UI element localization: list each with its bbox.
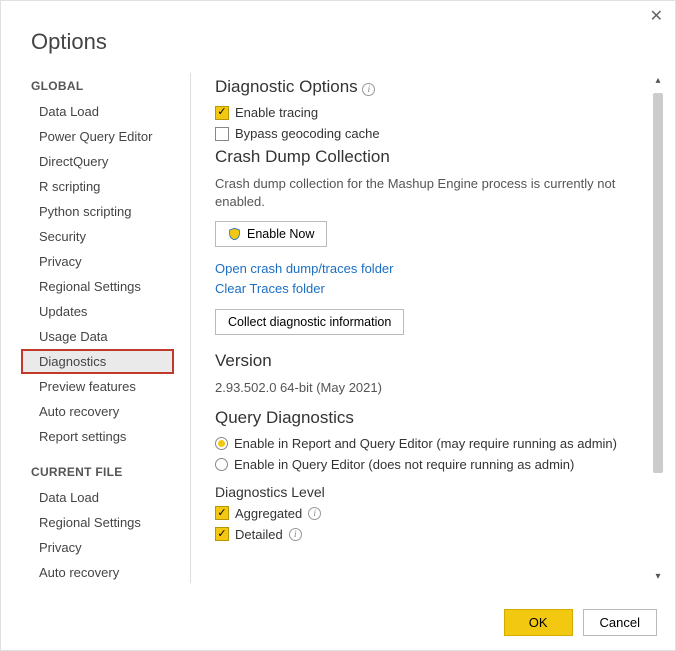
diagnostic-options-label: Diagnostic Options (215, 77, 358, 96)
sidebar-item-preview-features[interactable]: Preview features (21, 374, 186, 399)
query-diag-radio1-label: Enable in Report and Query Editor (may r… (234, 436, 617, 451)
sidebar-item-power-query-editor[interactable]: Power Query Editor (21, 124, 186, 149)
collect-diagnostic-button[interactable]: Collect diagnostic information (215, 309, 404, 335)
info-icon[interactable]: i (308, 507, 321, 520)
open-crash-folder-link[interactable]: Open crash dump/traces folder (215, 261, 643, 276)
query-diag-radio-query-only[interactable] (215, 458, 228, 471)
aggregated-label: Aggregated (235, 506, 302, 521)
sidebar-header-current-file: CURRENT FILE (21, 459, 186, 485)
sidebar-item-cf-regional-settings[interactable]: Regional Settings (21, 510, 186, 535)
enable-now-button[interactable]: Enable Now (215, 221, 327, 247)
scroll-thumb[interactable] (653, 93, 663, 473)
bypass-geocoding-checkbox[interactable] (215, 127, 229, 141)
aggregated-checkbox[interactable]: ✓ (215, 506, 229, 520)
sidebar-item-data-load[interactable]: Data Load (21, 99, 186, 124)
query-diag-radio-report-and-query[interactable] (215, 437, 228, 450)
enable-tracing-label: Enable tracing (235, 105, 318, 120)
shield-icon (228, 227, 241, 241)
sidebar-header-global: GLOBAL (21, 73, 186, 99)
diagnostic-options-header: Diagnostic Options i (215, 77, 643, 97)
info-icon[interactable]: i (289, 528, 302, 541)
version-header: Version (215, 351, 643, 371)
dialog-title: Options (1, 1, 675, 73)
sidebar-item-usage-data[interactable]: Usage Data (21, 324, 186, 349)
scroll-up-icon[interactable]: ▴ (651, 73, 665, 87)
sidebar-item-r-scripting[interactable]: R scripting (21, 174, 186, 199)
sidebar-item-cf-data-load[interactable]: Data Load (21, 485, 186, 510)
sidebar-item-report-settings[interactable]: Report settings (21, 424, 186, 449)
version-value: 2.93.502.0 64-bit (May 2021) (215, 379, 643, 397)
clear-traces-link[interactable]: Clear Traces folder (215, 281, 643, 296)
sidebar-item-privacy[interactable]: Privacy (21, 249, 186, 274)
cancel-button[interactable]: Cancel (583, 609, 657, 636)
crash-dump-description: Crash dump collection for the Mashup Eng… (215, 175, 643, 211)
enable-now-label: Enable Now (247, 227, 314, 241)
collect-diagnostic-label: Collect diagnostic information (228, 315, 391, 329)
info-icon[interactable]: i (362, 83, 375, 96)
detailed-label: Detailed (235, 527, 283, 542)
sidebar-item-python-scripting[interactable]: Python scripting (21, 199, 186, 224)
content-scrollbar[interactable]: ▴ ▾ (651, 73, 665, 583)
crash-dump-header: Crash Dump Collection (215, 147, 643, 167)
sidebar-item-directquery[interactable]: DirectQuery (21, 149, 186, 174)
ok-button[interactable]: OK (504, 609, 573, 636)
close-icon[interactable]: ✕ (650, 9, 663, 25)
scroll-down-icon[interactable]: ▾ (651, 569, 665, 583)
sidebar-item-security[interactable]: Security (21, 224, 186, 249)
content-panel: Diagnostic Options i ✓ Enable tracing By… (191, 73, 665, 583)
bypass-geocoding-label: Bypass geocoding cache (235, 126, 380, 141)
sidebar-item-cf-auto-recovery[interactable]: Auto recovery (21, 560, 186, 585)
enable-tracing-checkbox[interactable]: ✓ (215, 106, 229, 120)
sidebar-item-regional-settings[interactable]: Regional Settings (21, 274, 186, 299)
sidebar-item-auto-recovery[interactable]: Auto recovery (21, 399, 186, 424)
sidebar-item-cf-privacy[interactable]: Privacy (21, 535, 186, 560)
sidebar-item-updates[interactable]: Updates (21, 299, 186, 324)
sidebar: GLOBAL Data Load Power Query Editor Dire… (21, 73, 191, 583)
diagnostics-level-header: Diagnostics Level (215, 484, 643, 500)
dialog-footer: OK Cancel (504, 609, 657, 636)
query-diag-radio2-label: Enable in Query Editor (does not require… (234, 457, 574, 472)
detailed-checkbox[interactable]: ✓ (215, 527, 229, 541)
sidebar-item-diagnostics[interactable]: Diagnostics (21, 349, 174, 374)
query-diagnostics-header: Query Diagnostics (215, 408, 643, 428)
